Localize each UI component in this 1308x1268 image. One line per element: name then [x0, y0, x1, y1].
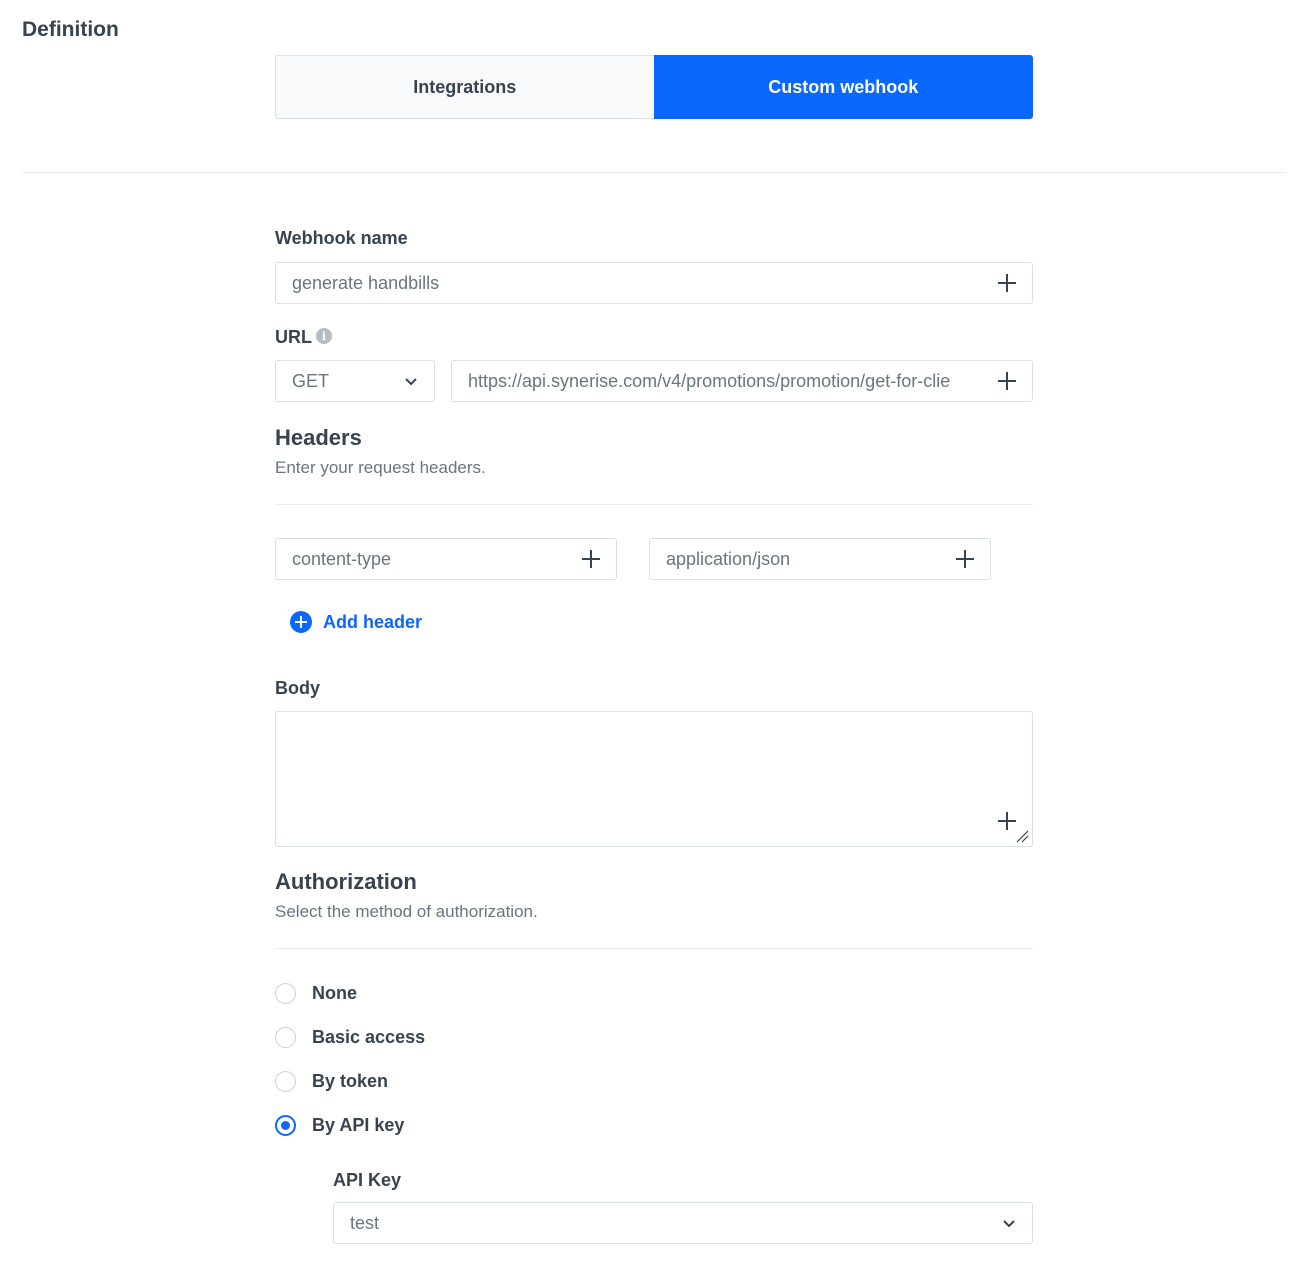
radio-button[interactable]	[275, 1027, 296, 1048]
radio-button-checked[interactable]	[275, 1115, 296, 1136]
add-header-label: Add header	[323, 611, 423, 632]
tab-integrations[interactable]: Integrations	[275, 55, 654, 119]
api-key-label: API Key	[333, 1170, 402, 1190]
url-input[interactable]: https://api.synerise.com/v4/promotions/p…	[451, 360, 1033, 402]
auth-option-by-api-key[interactable]: By API key	[275, 1115, 404, 1136]
plus-icon[interactable]	[998, 274, 1016, 292]
plus-circle-icon	[290, 611, 312, 633]
auth-option-basic-access[interactable]: Basic access	[275, 1027, 425, 1048]
radio-button[interactable]	[275, 1071, 296, 1092]
definition-tabs: Integrations Custom webhook	[275, 55, 1033, 119]
auth-option-none[interactable]: None	[275, 983, 357, 1004]
webhook-name-label: Webhook name	[275, 228, 408, 248]
auth-option-label: Basic access	[312, 1027, 426, 1047]
api-key-select[interactable]: test	[333, 1202, 1033, 1244]
add-header-button[interactable]: Add header	[290, 611, 422, 633]
api-key-value: test	[350, 1212, 380, 1233]
chevron-down-icon	[1003, 1220, 1015, 1228]
webhook-name-input[interactable]: generate handbills	[275, 262, 1033, 304]
header-key-input[interactable]: content-type	[275, 538, 617, 580]
header-key-value: content-type	[292, 548, 392, 569]
url-label: URL	[275, 327, 312, 347]
headers-title: Headers	[275, 425, 362, 450]
header-value-input[interactable]: application/json	[649, 538, 991, 580]
headers-description: Enter your request headers.	[275, 458, 486, 477]
tab-custom-webhook[interactable]: Custom webhook	[653, 55, 1033, 119]
webhook-name-value: generate handbills	[292, 272, 440, 293]
plus-icon[interactable]	[998, 812, 1016, 830]
section-divider	[22, 172, 1286, 173]
resize-handle-icon[interactable]	[1015, 829, 1029, 843]
auth-option-label: None	[312, 983, 357, 1003]
authorization-divider	[275, 948, 1033, 949]
auth-option-label: By API key	[312, 1115, 405, 1135]
plus-icon[interactable]	[998, 372, 1016, 390]
section-title: Definition	[22, 18, 119, 41]
method-value: GET	[292, 370, 330, 391]
body-textarea[interactable]	[275, 711, 1033, 847]
radio-button[interactable]	[275, 983, 296, 1004]
authorization-title: Authorization	[275, 869, 417, 894]
auth-option-by-token[interactable]: By token	[275, 1071, 388, 1092]
header-value-value: application/json	[666, 548, 791, 569]
auth-option-label: By token	[312, 1071, 389, 1091]
chevron-down-icon	[405, 378, 417, 386]
plus-icon[interactable]	[956, 550, 974, 568]
info-icon[interactable]: i	[316, 328, 332, 344]
method-select[interactable]: GET	[275, 360, 435, 402]
authorization-description: Select the method of authorization.	[275, 902, 538, 921]
body-label: Body	[275, 678, 320, 698]
headers-divider	[275, 504, 1033, 505]
plus-icon[interactable]	[582, 550, 600, 568]
url-value: https://api.synerise.com/v4/promotions/p…	[468, 370, 951, 391]
